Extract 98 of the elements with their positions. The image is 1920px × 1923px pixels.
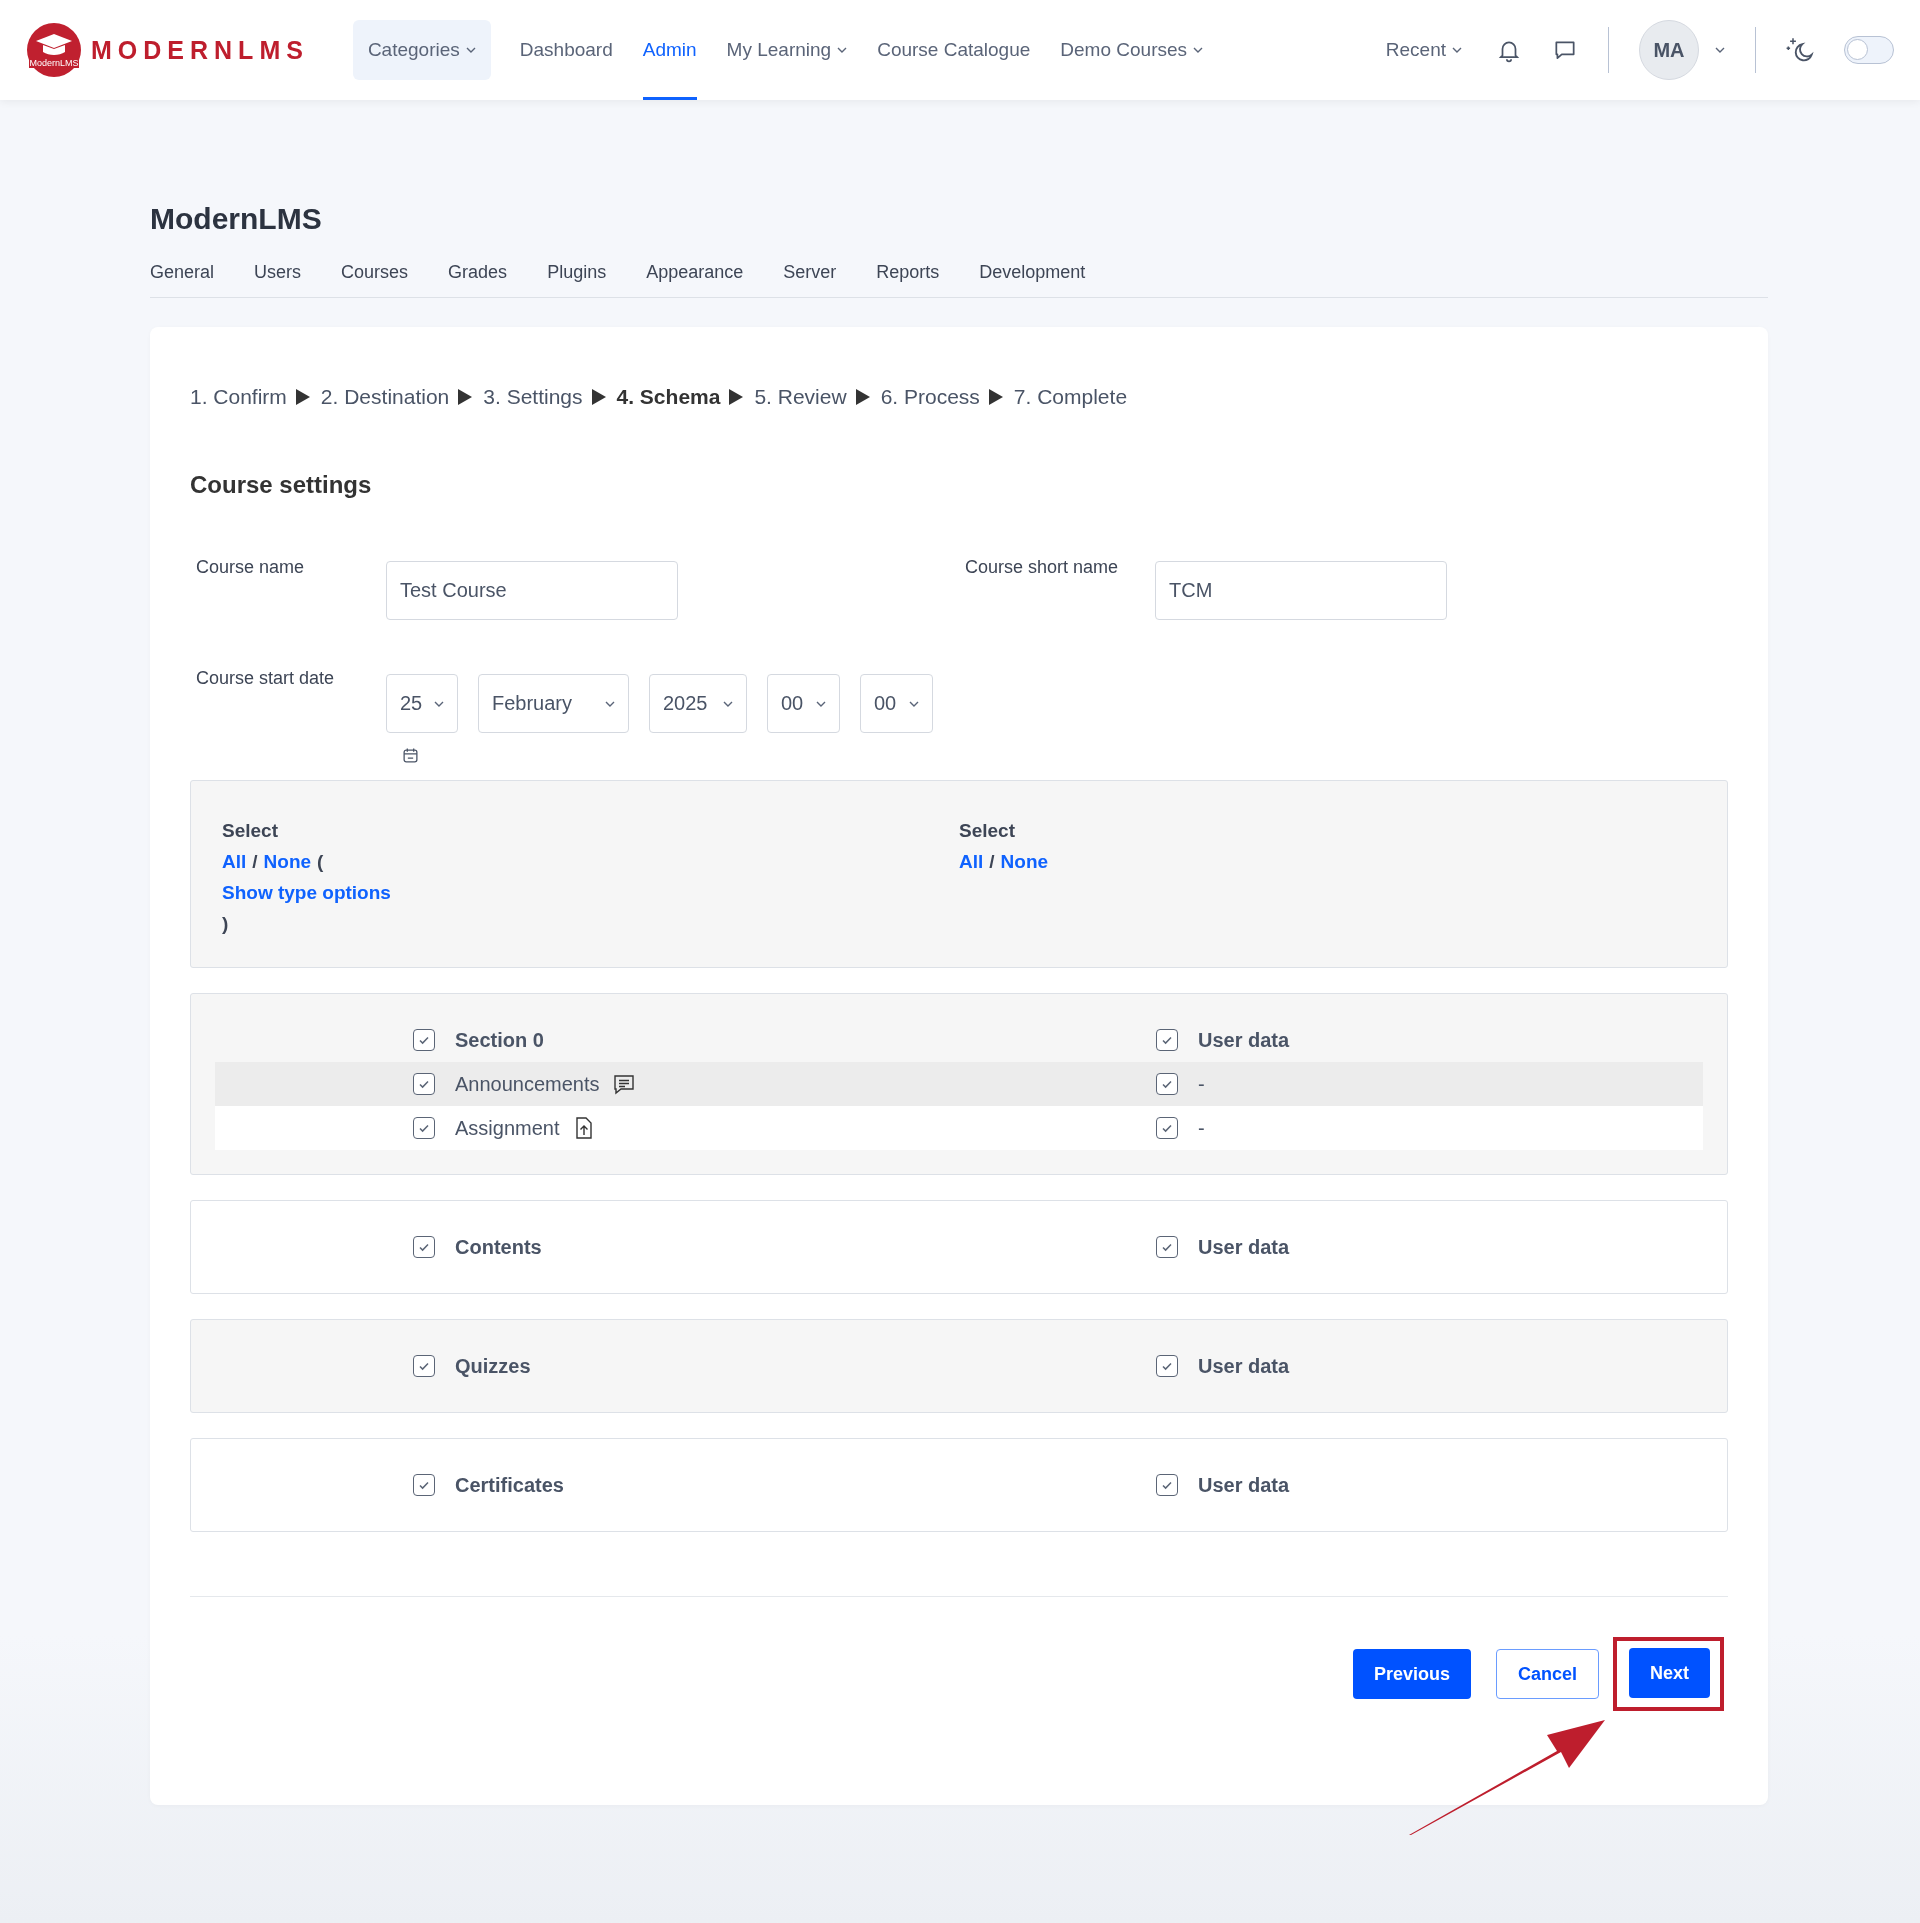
wizard-button[interactable]: Previous <box>1352 1649 1471 1699</box>
admin-tab[interactable]: Server <box>783 262 837 283</box>
nav-link[interactable]: Demo Courses <box>1060 0 1204 100</box>
checkbox[interactable] <box>1156 1029 1178 1051</box>
checkbox[interactable] <box>413 1117 435 1139</box>
text-field[interactable]: TCM <box>1155 561 1447 620</box>
dropdown-select[interactable]: 00 <box>860 674 933 733</box>
punctuation: ( <box>317 850 324 874</box>
checkbox[interactable] <box>1156 1117 1178 1139</box>
logo-badge[interactable]: ModernLMS <box>27 23 81 77</box>
wizard-step: 2. Destination <box>320 385 450 409</box>
caret-icon <box>1193 47 1204 53</box>
checkbox[interactable] <box>1156 1474 1178 1496</box>
admin-tab[interactable]: Courses <box>341 262 409 283</box>
caret-icon <box>723 700 733 707</box>
admin-tab[interactable]: Development <box>979 262 1086 283</box>
item-label: User data <box>1198 1235 1290 1259</box>
wizard-button[interactable]: Cancel <box>1495 1649 1599 1699</box>
item-label: User data <box>1198 1473 1290 1497</box>
recent-menu[interactable]: Recent <box>1385 0 1462 100</box>
page-title: ModernLMS <box>150 201 323 236</box>
checkbox[interactable] <box>413 1236 435 1258</box>
nav-link[interactable]: Course Catalogue <box>877 0 1031 100</box>
item-label: Certificates <box>455 1473 564 1497</box>
admin-tab[interactable]: Plugins <box>547 262 607 283</box>
wizard-step: 5. Review <box>754 385 847 409</box>
item-label: - <box>1198 1072 1205 1096</box>
item-label: Contents <box>455 1235 542 1259</box>
punctuation: / <box>989 850 995 874</box>
dropdown-select[interactable]: 00 <box>767 674 840 733</box>
item-label: User data <box>1198 1028 1290 1052</box>
logo-caption: ModernLMS <box>29 58 79 68</box>
checkbox[interactable] <box>1156 1073 1178 1095</box>
item-label: User data <box>1198 1354 1290 1378</box>
calendar-icon[interactable] <box>402 747 419 764</box>
wizard-step: 6. Process <box>880 385 980 409</box>
select-link[interactable]: All <box>222 846 247 877</box>
caret-icon <box>434 700 444 707</box>
user-avatar[interactable]: MA <box>1639 20 1699 80</box>
punctuation: ) <box>222 912 229 936</box>
wizard-step: 3. Settings <box>483 385 583 409</box>
wizard-step: 7. Complete <box>1013 385 1128 409</box>
triangle-icon <box>591 389 606 405</box>
select-link[interactable]: Show type options <box>222 877 391 908</box>
wizard-step: 4. Schema <box>616 385 721 409</box>
punctuation: / <box>252 850 258 874</box>
nav-link[interactable]: My Learning <box>726 0 848 100</box>
nav-link[interactable]: Categories <box>352 20 491 80</box>
checkbox[interactable] <box>413 1355 435 1377</box>
item-label: - <box>1198 1116 1205 1140</box>
triangle-icon <box>295 389 310 405</box>
admin-tab[interactable]: Grades <box>448 262 508 283</box>
moon-stars-icon[interactable] <box>1786 36 1814 64</box>
checkbox[interactable] <box>413 1474 435 1496</box>
checkbox[interactable] <box>413 1029 435 1051</box>
forum-icon <box>611 1072 636 1096</box>
dropdown-select[interactable]: 25 <box>386 674 458 733</box>
select-heading: Select <box>222 819 279 843</box>
admin-tab[interactable]: Appearance <box>646 262 744 283</box>
checkbox[interactable] <box>1156 1236 1178 1258</box>
caret-icon <box>837 47 848 53</box>
triangle-icon <box>458 389 473 405</box>
select-link[interactable]: None <box>263 846 312 877</box>
dark-mode-toggle[interactable] <box>1844 36 1894 64</box>
item-label: Assignment <box>455 1116 560 1140</box>
graduation-cap-icon <box>34 32 74 58</box>
admin-tab[interactable]: Reports <box>876 262 940 283</box>
triangle-icon <box>729 389 744 405</box>
item-label: Section 0 <box>455 1028 544 1052</box>
caret-icon <box>1452 47 1462 53</box>
section-heading: Course settings <box>190 471 373 499</box>
field-label: Course name <box>195 557 306 579</box>
dropdown-select[interactable]: 2025 <box>649 674 747 733</box>
item-label: Quizzes <box>455 1354 531 1378</box>
wizard-button[interactable]: Next <box>1629 1648 1710 1698</box>
caret-icon <box>1715 47 1725 53</box>
caret-icon <box>909 700 919 707</box>
triangle-icon <box>988 389 1003 405</box>
logo-wordmark[interactable]: MODERNLMS <box>91 35 309 65</box>
caret-icon <box>816 700 826 707</box>
field-label: Course start date <box>195 668 336 690</box>
checkbox[interactable] <box>1156 1355 1178 1377</box>
checkbox[interactable] <box>413 1073 435 1095</box>
nav-link[interactable]: Admin <box>642 0 697 100</box>
text-field[interactable]: Test Course <box>386 561 678 620</box>
select-link[interactable]: None <box>1000 846 1049 877</box>
item-label: Announcements <box>455 1072 600 1096</box>
select-link[interactable]: All <box>959 846 984 877</box>
dropdown-select[interactable]: February <box>478 674 629 733</box>
caret-icon <box>605 700 615 707</box>
wizard-step: 1. Confirm <box>190 385 287 409</box>
admin-tab[interactable]: General <box>150 262 215 283</box>
nav-link[interactable]: Dashboard <box>519 0 613 100</box>
field-label: Course short name <box>964 557 1120 579</box>
triangle-icon <box>855 389 870 405</box>
caret-icon <box>465 47 476 53</box>
admin-tab[interactable]: Users <box>254 262 302 283</box>
select-heading: Select <box>959 819 1016 843</box>
